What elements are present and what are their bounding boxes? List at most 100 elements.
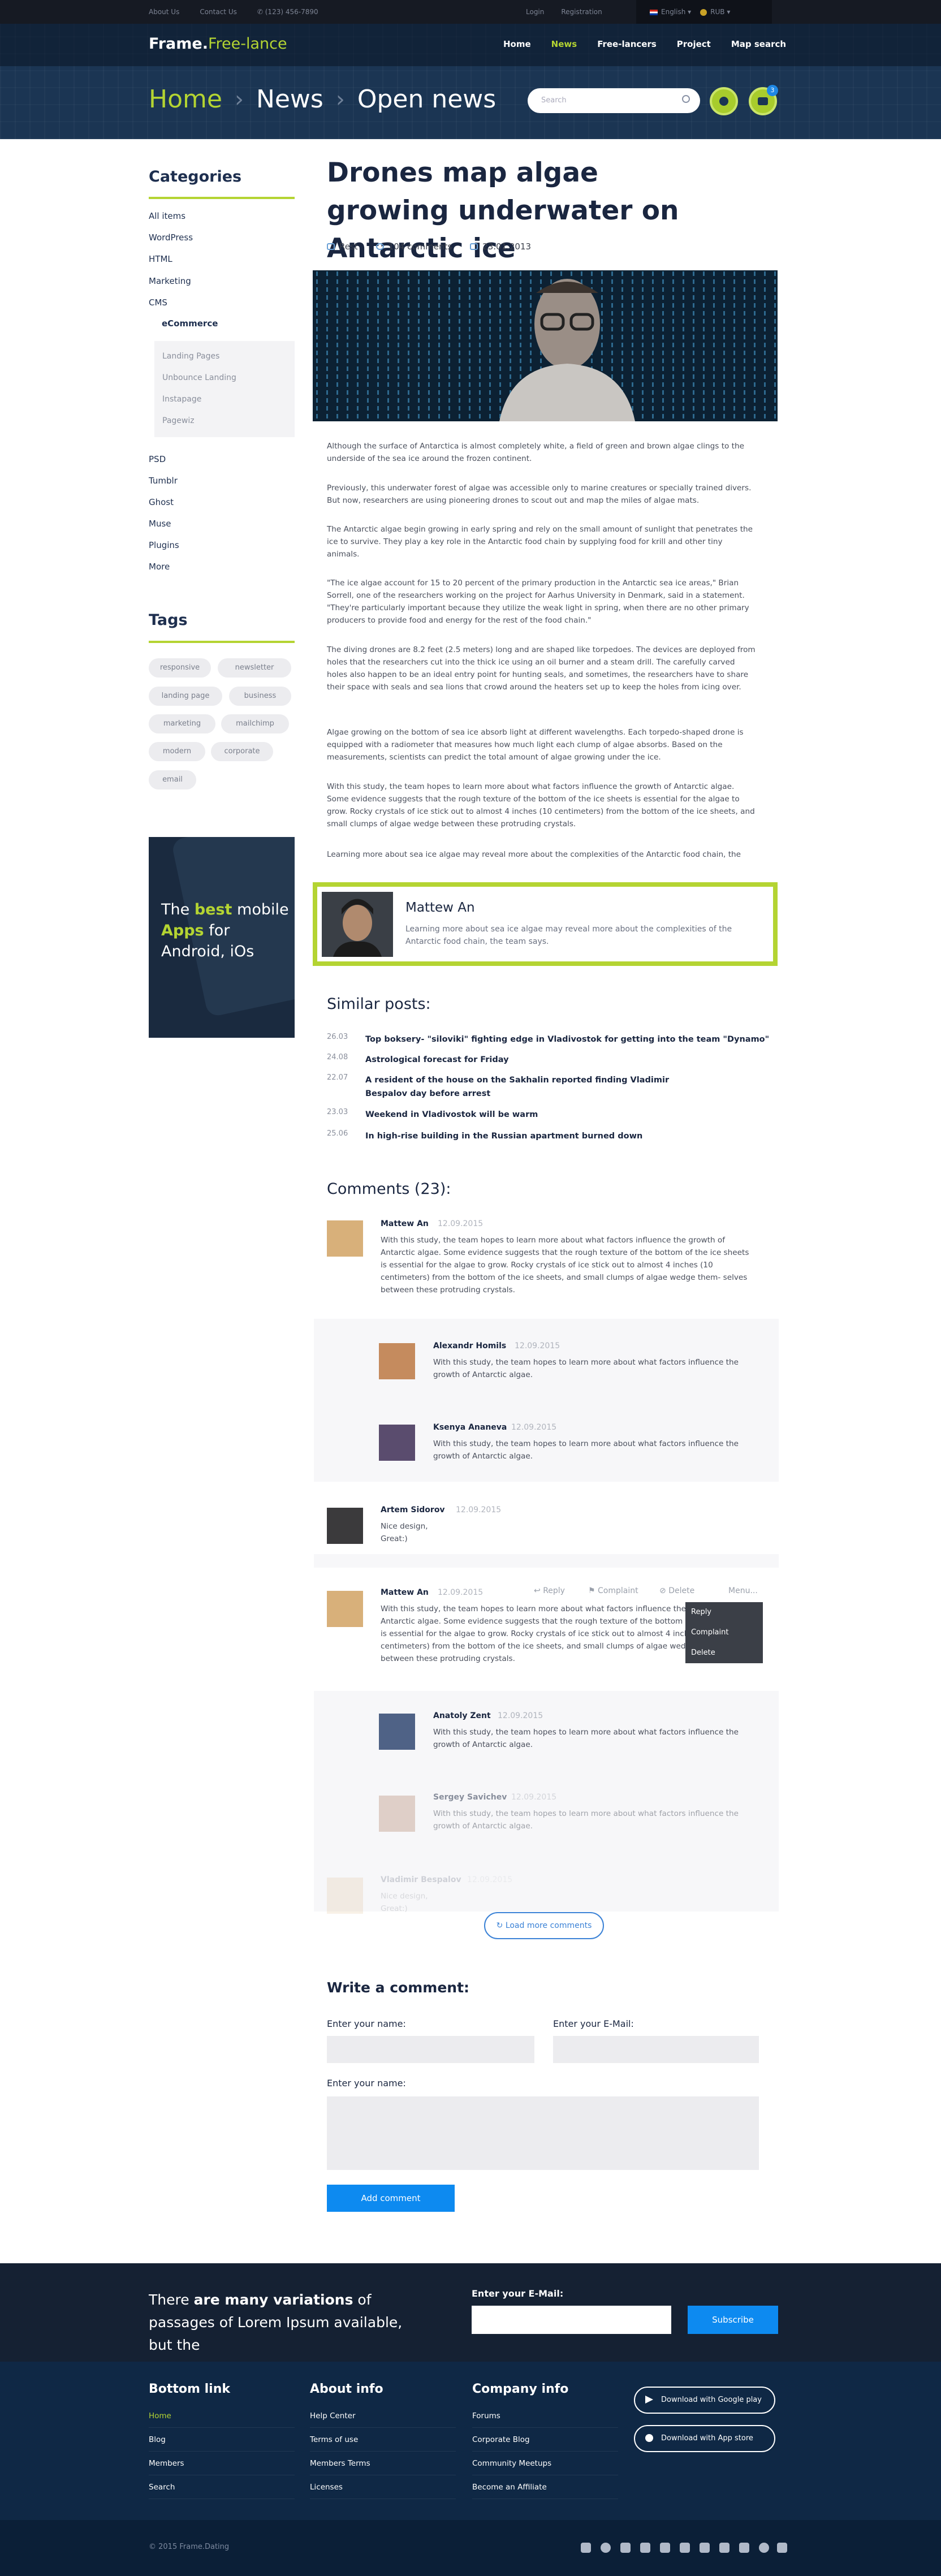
category-more[interactable]: More xyxy=(149,562,170,572)
pin-button[interactable] xyxy=(710,87,738,115)
tag[interactable]: corporate xyxy=(211,742,273,761)
footer-link[interactable]: Become an Affiliate xyxy=(472,2475,618,2499)
comment-author[interactable]: Ksenya Ananeva xyxy=(433,1423,507,1432)
tag[interactable]: marketing xyxy=(149,714,215,733)
nav-project[interactable]: Project xyxy=(677,39,711,49)
similar-title[interactable]: A resident of the house on the Sakhalin … xyxy=(365,1073,705,1101)
app-promo-banner[interactable]: The best mobile Apps for Android, iOs xyxy=(149,837,295,1038)
tag[interactable]: email xyxy=(149,770,196,789)
similar-post-item[interactable]: 26.03 Top boksery- "siloviki" fighting ed… xyxy=(327,1033,795,1046)
author-name[interactable]: Mattew An xyxy=(405,900,475,915)
footer-link[interactable]: Corporate Blog xyxy=(472,2428,618,2452)
tag[interactable]: business xyxy=(229,687,291,706)
category-muse[interactable]: Muse xyxy=(149,519,171,529)
footer-link[interactable]: Help Center xyxy=(310,2404,456,2428)
reply-action[interactable]: ↩ Reply xyxy=(534,1586,565,1595)
footer-link[interactable]: Terms of use xyxy=(310,2428,456,2452)
similar-title[interactable]: In high-rise building in the Russian apa… xyxy=(365,1129,795,1143)
similar-post-item[interactable]: 25.06 In high-rise building in the Russia… xyxy=(327,1129,795,1143)
category-html[interactable]: HTML xyxy=(149,254,172,264)
avatar[interactable] xyxy=(327,1508,363,1544)
nav-home[interactable]: Home xyxy=(503,39,531,49)
avatar[interactable] xyxy=(327,1220,363,1257)
avatar[interactable] xyxy=(379,1714,415,1750)
avatar[interactable] xyxy=(379,1425,415,1461)
category-marketing[interactable]: Marketing xyxy=(149,276,191,286)
avatar[interactable] xyxy=(327,1878,363,1914)
odnoklassniki-icon[interactable] xyxy=(739,2543,749,2553)
email-input[interactable] xyxy=(553,2036,759,2063)
currency-select[interactable]: RUB ▾ xyxy=(700,8,730,16)
menu-complaint[interactable]: Complaint xyxy=(685,1623,763,1643)
avatar[interactable] xyxy=(379,1343,415,1379)
search-input[interactable]: Search xyxy=(528,88,700,113)
notifications-button[interactable]: 3 xyxy=(749,85,778,115)
crumb-news[interactable]: News xyxy=(256,85,323,114)
about-link[interactable]: About Us xyxy=(149,8,179,16)
similar-post-item[interactable]: 24.08 Astrological forecast for Friday xyxy=(327,1053,795,1067)
newsletter-email-input[interactable] xyxy=(472,2306,671,2334)
complaint-action[interactable]: ⚑ Complaint xyxy=(588,1586,638,1595)
google-plus-icon[interactable] xyxy=(640,2543,650,2553)
nav-map-search[interactable]: Map search xyxy=(731,39,786,49)
app-store-button[interactable]: Download with App store xyxy=(634,2425,775,2452)
similar-title[interactable]: Top boksery- "siloviki" fighting edge in… xyxy=(365,1033,795,1046)
meta-comments[interactable]: 104 comments xyxy=(375,241,452,252)
language-select[interactable]: English ▾ xyxy=(650,8,691,16)
nav-freelancers[interactable]: Free-lancers xyxy=(597,39,657,49)
logo[interactable]: Frame.Free-lance xyxy=(149,35,287,53)
footer-link[interactable]: Licenses xyxy=(310,2475,456,2499)
dribbble-icon[interactable] xyxy=(601,2543,611,2553)
twitter-icon[interactable] xyxy=(700,2543,710,2553)
sub-pagewiz[interactable]: Pagewiz xyxy=(162,416,195,425)
tag[interactable]: responsive xyxy=(149,658,211,678)
category-psd[interactable]: PSD xyxy=(149,454,166,464)
load-more-button[interactable]: ↻ Load more comments xyxy=(484,1912,604,1939)
category-ecommerce[interactable]: eCommerce xyxy=(162,318,218,329)
avatar[interactable] xyxy=(327,1591,363,1627)
similar-title[interactable]: Weekend in Vladivostok will be warm xyxy=(365,1108,795,1121)
comment-author[interactable]: Vladimir Bespalov xyxy=(381,1875,461,1884)
sub-landing-pages[interactable]: Landing Pages xyxy=(162,352,219,361)
footer-link[interactable]: Search xyxy=(149,2475,295,2499)
skype-icon[interactable] xyxy=(620,2543,631,2553)
add-comment-button[interactable]: Add comment xyxy=(327,2185,455,2212)
vk-icon[interactable] xyxy=(680,2543,690,2553)
category-tumblr[interactable]: Tumblr xyxy=(149,476,178,486)
footer-link[interactable]: Members xyxy=(149,2452,295,2475)
similar-title[interactable]: Astrological forecast for Friday xyxy=(365,1053,795,1067)
footer-link[interactable]: Blog xyxy=(149,2428,295,2452)
footer-link[interactable]: Community Meetups xyxy=(472,2452,618,2475)
comment-author[interactable]: Sergey Savichev xyxy=(433,1793,507,1802)
footer-link[interactable]: Members Terms xyxy=(310,2452,456,2475)
name-input[interactable] xyxy=(327,2036,534,2063)
facebook-icon[interactable] xyxy=(719,2543,730,2553)
tag[interactable]: modern xyxy=(149,742,205,761)
comment-author[interactable]: Mattew An xyxy=(381,1588,429,1597)
behance-icon[interactable] xyxy=(777,2543,787,2553)
footer-link[interactable]: Home xyxy=(149,2404,295,2428)
comment-author[interactable]: Mattew An xyxy=(381,1219,429,1228)
category-ghost[interactable]: Ghost xyxy=(149,497,174,507)
category-plugins[interactable]: Plugins xyxy=(149,540,179,550)
tag[interactable]: landing page xyxy=(149,687,222,706)
sub-instapage[interactable]: Instapage xyxy=(162,395,201,404)
menu-delete[interactable]: Delete xyxy=(685,1643,763,1663)
message-textarea[interactable] xyxy=(327,2096,759,2170)
similar-post-item[interactable]: 22.07 A resident of the house on the Sakh… xyxy=(327,1073,705,1101)
menu-reply[interactable]: Reply xyxy=(685,1602,763,1623)
menu-action[interactable]: Menu... xyxy=(728,1586,758,1595)
login-link[interactable]: Login xyxy=(526,8,544,16)
comment-author[interactable]: Alexandr Homils xyxy=(433,1341,506,1350)
similar-post-item[interactable]: 23.03 Weekend in Vladivostok will be warm xyxy=(327,1108,795,1121)
tag[interactable]: mailchimp xyxy=(221,714,289,733)
registration-link[interactable]: Registration xyxy=(561,8,602,16)
category-all-items[interactable]: All items xyxy=(149,211,185,221)
subscribe-button[interactable]: Subscribe xyxy=(688,2306,778,2334)
category-cms[interactable]: CMS xyxy=(149,297,167,308)
contact-link[interactable]: Contact Us xyxy=(200,8,237,16)
nav-news[interactable]: News xyxy=(551,39,577,49)
footer-link[interactable]: Forums xyxy=(472,2404,618,2428)
instagram-icon[interactable] xyxy=(581,2543,591,2553)
category-wordpress[interactable]: WordPress xyxy=(149,232,193,243)
